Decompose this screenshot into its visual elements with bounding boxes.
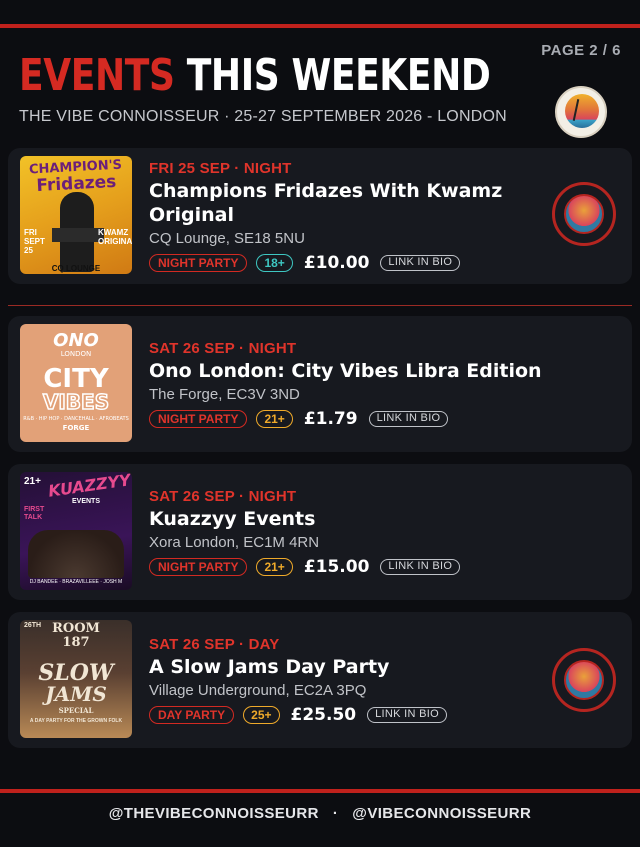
poster-title: CHAMPION'S Fridazes xyxy=(25,157,127,196)
tiktok-handle-link[interactable]: @VIBECONNOISSEURR xyxy=(352,805,531,822)
poster-title: KUAZZYY xyxy=(47,472,132,501)
poster-date: FRI SEPT 25 xyxy=(24,228,45,255)
event-card[interactable]: ONO LONDON CITY VIBES R&B · HIP HOP · DA… xyxy=(8,316,632,452)
poster-brand-sub: LONDON xyxy=(60,350,92,358)
event-poster[interactable]: 26TH ROOM 187 SLOW JAMS SPECIAL A DAY PA… xyxy=(20,620,132,738)
poster-bottom-text: CQ LOUNGE xyxy=(51,264,101,273)
poster-line: VIBES xyxy=(42,389,110,415)
event-price: £25.50 xyxy=(290,705,357,725)
event-name: Ono London: City Vibes Libra Edition xyxy=(149,360,542,382)
event-name: Champions Fridazes With Kwamz Original xyxy=(149,180,503,226)
title-rest: THIS WEEKEND xyxy=(186,50,491,101)
instagram-handle-link[interactable]: @THEVIBECONNOISSEURR xyxy=(109,805,319,822)
top-accent-bar xyxy=(0,24,640,28)
poster-subtitle: EVENTS xyxy=(72,498,101,505)
poster-group-photo xyxy=(28,530,124,578)
event-poster[interactable]: CHAMPION'S Fridazes FRI SEPT 25 KWAMZ OR… xyxy=(20,156,132,274)
bottom-accent-bar xyxy=(0,789,640,793)
poster-genres: R&B · HIP HOP · DANCEHALL · AFROBEATS xyxy=(23,416,129,422)
event-card[interactable]: CHAMPION'S Fridazes FRI SEPT 25 KWAMZ OR… xyxy=(8,148,632,284)
poster-tag: A DAY PARTY FOR THE GROWN FOLK xyxy=(29,718,123,724)
page-indicator: PAGE 2 / 6 xyxy=(541,42,621,59)
event-venue: CQ Lounge, SE18 5NU xyxy=(149,230,305,247)
divider xyxy=(8,305,632,306)
category-badge: NIGHT PARTY xyxy=(149,558,248,576)
poster-brand: ONO xyxy=(53,330,99,351)
poster-names: DJ BANDEE · BRAZAVILLEEE · JOSH M xyxy=(29,579,123,585)
category-badge: NIGHT PARTY xyxy=(149,410,248,428)
event-tags: NIGHT PARTY 18+ £10.00 LINK IN BIO xyxy=(149,253,549,273)
event-date: SAT 26 SEP · NIGHT xyxy=(149,488,297,505)
event-poster[interactable]: 21+ KUAZZYY EVENTS FIRST TALK DJ BANDEE … xyxy=(20,472,132,590)
link-in-bio-button[interactable]: LINK IN BIO xyxy=(368,411,449,427)
event-venue: Xora London, EC1M 4RN xyxy=(149,534,320,551)
age-badge: 18+ xyxy=(256,254,293,272)
event-card[interactable]: 21+ KUAZZYY EVENTS FIRST TALK DJ BANDEE … xyxy=(8,464,632,600)
event-date: SAT 26 SEP · NIGHT xyxy=(149,340,297,357)
vibe-connoisseur-logo xyxy=(555,86,607,138)
event-tags: DAY PARTY 25+ £25.50 LINK IN BIO xyxy=(149,705,549,725)
link-in-bio-button[interactable]: LINK IN BIO xyxy=(380,255,461,271)
event-name: A Slow Jams Day Party xyxy=(149,656,390,678)
age-badge: 21+ xyxy=(256,558,293,576)
title-accent: EVENTS xyxy=(19,50,175,101)
event-venue: Village Underground, EC2A 3PQ xyxy=(149,682,367,699)
age-badge: 21+ xyxy=(256,410,293,428)
poster-side-text: FIRST TALK xyxy=(24,506,45,521)
event-price: £1.79 xyxy=(303,409,358,429)
approved-stamp-icon xyxy=(552,182,616,246)
poster-line: JAMS xyxy=(45,682,107,706)
poster-side-text: KWAMZ ORIGINAL xyxy=(98,228,132,246)
footer-handles: @THEVIBECONNOISSEURR · @VIBECONNOISSEURR xyxy=(0,805,640,822)
age-badge: 25+ xyxy=(243,706,280,724)
event-tags: NIGHT PARTY 21+ £15.00 LINK IN BIO xyxy=(149,557,549,577)
event-price: £15.00 xyxy=(303,557,370,577)
poster-special: SPECIAL xyxy=(58,706,94,715)
event-name: Kuazzyy Events xyxy=(149,508,316,530)
footer-separator: · xyxy=(332,805,339,822)
event-date: FRI 25 SEP · NIGHT xyxy=(149,160,292,177)
link-in-bio-button[interactable]: LINK IN BIO xyxy=(367,707,447,723)
poster-age: 21+ xyxy=(24,476,41,487)
event-card[interactable]: 26TH ROOM 187 SLOW JAMS SPECIAL A DAY PA… xyxy=(8,612,632,748)
link-in-bio-button[interactable]: LINK IN BIO xyxy=(380,559,461,575)
category-badge: DAY PARTY xyxy=(149,706,235,724)
poster-top: ROOM 187 xyxy=(52,621,100,650)
page-subtitle: THE VIBE CONNOISSEUR · 25-27 SEPTEMBER 2… xyxy=(19,108,507,125)
event-date: SAT 26 SEP · DAY xyxy=(149,636,280,653)
poster-dj-deck xyxy=(52,228,104,242)
page-title: EVENTS THIS WEEKEND xyxy=(19,50,491,102)
event-tags: NIGHT PARTY 21+ £1.79 LINK IN BIO xyxy=(149,409,609,429)
poster-venue: FORGE xyxy=(62,424,90,432)
event-venue: The Forge, EC3V 3ND xyxy=(149,386,300,403)
category-badge: NIGHT PARTY xyxy=(149,254,248,272)
event-price: £10.00 xyxy=(303,253,370,273)
sunset-icon xyxy=(565,94,599,128)
event-poster[interactable]: ONO LONDON CITY VIBES R&B · HIP HOP · DA… xyxy=(20,324,132,442)
approved-stamp-icon xyxy=(552,648,616,712)
